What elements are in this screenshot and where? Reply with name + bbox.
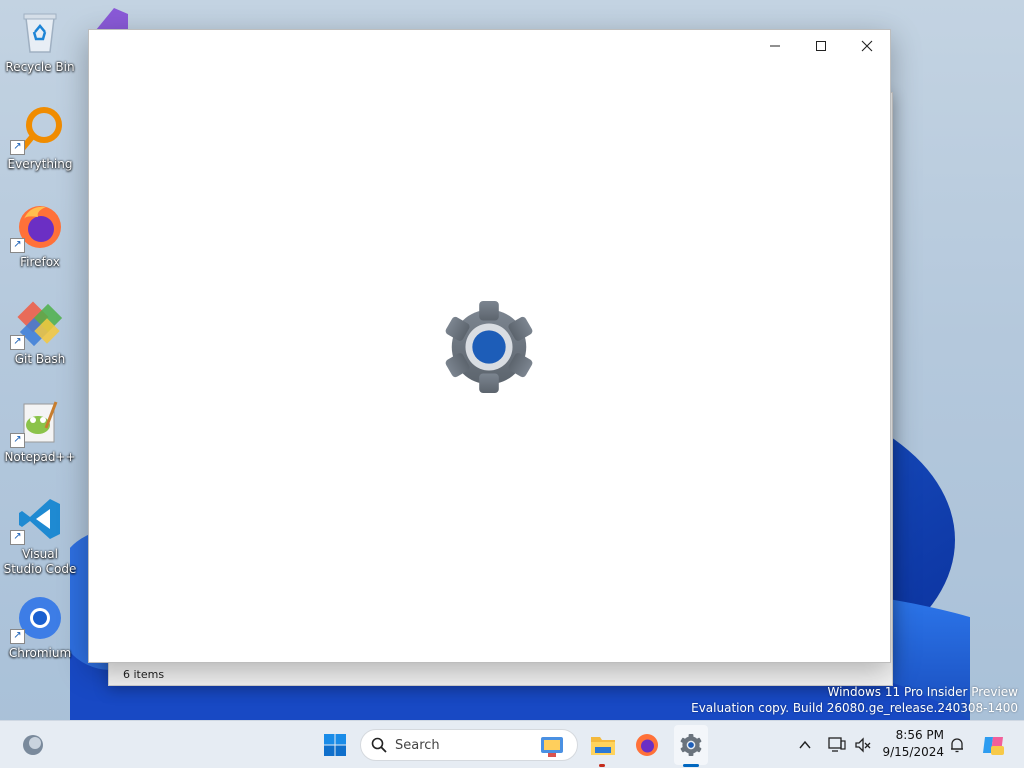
shortcut-arrow-icon: ↗ — [10, 530, 25, 545]
os-watermark: Windows 11 Pro Insider Preview Evaluatio… — [691, 684, 1018, 716]
maximize-icon — [816, 41, 826, 51]
settings-gear-icon — [680, 733, 702, 757]
close-button[interactable] — [844, 30, 890, 62]
windows-logo-icon — [324, 734, 346, 756]
chevron-up-icon — [799, 740, 811, 749]
taskbar-settings[interactable] — [674, 725, 708, 765]
taskbar-search-box[interactable]: Search — [360, 729, 578, 761]
shortcut-arrow-icon: ↗ — [10, 433, 25, 448]
desktop-icon-chromium[interactable]: ↗ Chromium — [2, 594, 78, 661]
desktop-icon-label: Visual Studio Code — [3, 547, 77, 576]
vscode-icon: ↗ — [10, 495, 64, 545]
visual-studio-icon[interactable] — [92, 6, 132, 30]
notepad-plus-plus-icon: ↗ — [10, 398, 64, 448]
settings-gear-icon — [440, 298, 538, 396]
shortcut-arrow-icon: ↗ — [10, 629, 25, 644]
desktop-icon-notepad-plus-plus[interactable]: ↗ Notepad++ — [2, 398, 78, 465]
close-icon — [861, 40, 873, 52]
minimize-icon — [770, 45, 780, 47]
git-bash-icon: ↗ — [10, 300, 64, 350]
taskbar-file-explorer[interactable] — [586, 721, 620, 768]
show-hidden-icons-button[interactable] — [794, 721, 816, 768]
speaker-muted-icon — [855, 737, 871, 753]
start-button[interactable] — [318, 721, 352, 768]
desktop-icon-label: Everything — [7, 157, 73, 171]
network-icon — [828, 737, 846, 752]
shortcut-arrow-icon: ↗ — [10, 140, 25, 155]
desktop-icon-label: Git Bash — [14, 352, 66, 366]
settings-window[interactable] — [88, 29, 891, 663]
firefox-icon: ↗ — [10, 203, 64, 253]
desktop-icon-everything[interactable]: ↗ Everything — [2, 105, 78, 172]
bell-icon — [951, 738, 963, 753]
widgets-icon — [23, 735, 43, 755]
desktop-icon-label: Chromium — [8, 646, 72, 660]
notifications-button[interactable] — [946, 721, 968, 768]
folder-icon — [591, 737, 615, 755]
desktop-icon-vscode[interactable]: ↗ Visual Studio Code — [2, 495, 78, 577]
network-tray-button[interactable] — [826, 721, 848, 768]
copilot-button[interactable] — [978, 721, 1008, 768]
search-icon — [371, 737, 387, 753]
clock-date: 9/15/2024 — [882, 745, 944, 759]
desktop-icon-label: Firefox — [20, 255, 60, 269]
copilot-icon — [983, 737, 1004, 755]
volume-tray-button[interactable] — [852, 721, 874, 768]
minimize-button[interactable] — [752, 30, 798, 62]
desktop-icon-label: Notepad++ — [4, 450, 76, 464]
running-indicator — [599, 764, 605, 767]
search-highlight-icon — [541, 737, 563, 757]
firefox-icon — [636, 734, 658, 756]
status-bar-item-count: 6 items — [123, 668, 165, 681]
desktop-icon-git-bash[interactable]: ↗ Git Bash — [2, 300, 78, 367]
window-caption-buttons — [752, 30, 890, 62]
watermark-line-1: Windows 11 Pro Insider Preview — [827, 685, 1018, 699]
chromium-icon: ↗ — [10, 594, 64, 644]
taskbar: Search 8:56 PM 9/15/2024 — [0, 720, 1024, 768]
watermark-line-2: Evaluation copy. Build 26080.ge_release.… — [691, 701, 1018, 715]
recycle-bin-icon — [16, 8, 64, 56]
widgets-button[interactable] — [18, 721, 48, 768]
search-label: Search — [395, 737, 440, 753]
desktop-icon-label: Recycle Bin — [5, 60, 75, 74]
desktop-icon-recycle-bin[interactable]: Recycle Bin — [2, 8, 78, 75]
shortcut-arrow-icon: ↗ — [10, 238, 25, 253]
maximize-button[interactable] — [798, 30, 844, 62]
shortcut-arrow-icon: ↗ — [10, 335, 25, 350]
taskbar-clock[interactable]: 8:56 PM 9/15/2024 — [880, 727, 944, 761]
everything-icon: ↗ — [10, 105, 64, 155]
desktop-icon-firefox[interactable]: ↗ Firefox — [2, 203, 78, 270]
taskbar-firefox[interactable] — [630, 721, 664, 768]
active-app-indicator — [683, 764, 699, 767]
clock-time: 8:56 PM — [895, 728, 944, 742]
